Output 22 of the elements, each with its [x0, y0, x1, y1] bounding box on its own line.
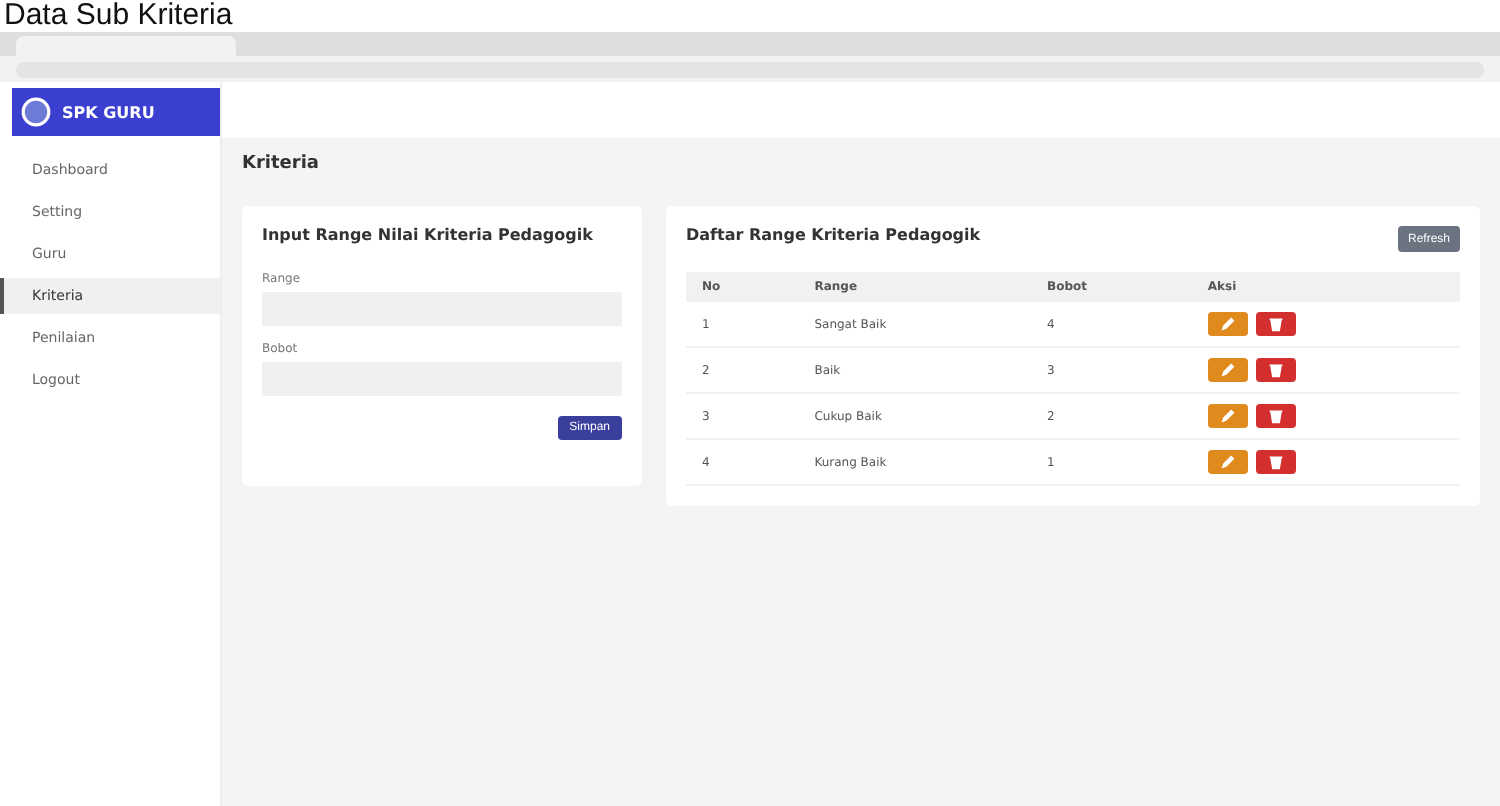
trash-icon	[1267, 408, 1284, 424]
trash-icon	[1267, 454, 1284, 470]
pencil-icon	[1219, 454, 1236, 470]
edit-button[interactable]	[1207, 404, 1248, 428]
delete-button[interactable]	[1255, 404, 1296, 428]
pencil-icon	[1219, 316, 1236, 332]
delete-button[interactable]	[1255, 312, 1296, 336]
pencil-icon	[1219, 408, 1236, 424]
pencil-icon	[1219, 362, 1236, 378]
delete-button[interactable]	[1255, 450, 1296, 474]
trash-icon	[1267, 362, 1284, 378]
brand-name: SPK GURU	[62, 103, 155, 121]
logo-icon	[20, 96, 52, 128]
edit-button[interactable]	[1207, 450, 1248, 474]
page-title: Kriteria	[242, 154, 322, 174]
card-title: Daftar Range Kriteria Pedagogik	[686, 226, 981, 244]
caption: Data Sub Kriteria	[2, 0, 235, 32]
edit-button[interactable]	[1207, 358, 1248, 382]
trash-icon	[1267, 316, 1284, 332]
card-title: Input Range Nilai Kriteria Pedagogik	[262, 226, 595, 244]
edit-button[interactable]	[1207, 312, 1248, 336]
delete-button[interactable]	[1255, 358, 1296, 382]
